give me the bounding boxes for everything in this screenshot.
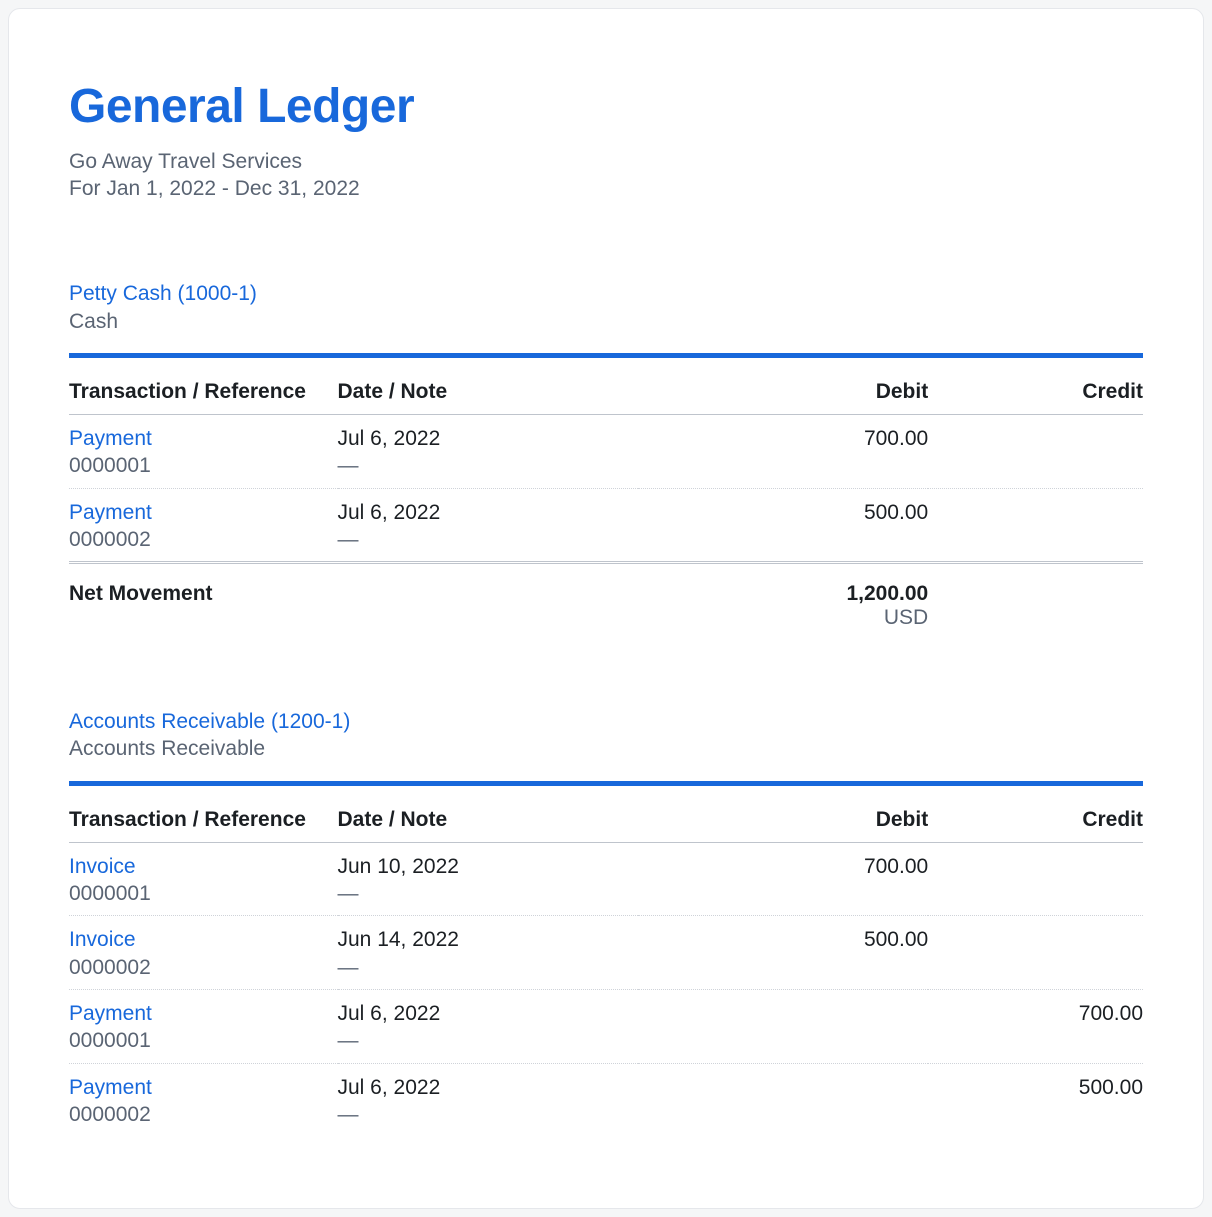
transaction-note: — xyxy=(338,1027,639,1054)
debit-cell: 500.00 xyxy=(638,488,928,561)
ledger-table: Transaction / ReferenceDate / NoteDebitC… xyxy=(69,380,1143,561)
transaction-date: Jul 6, 2022 xyxy=(338,501,441,524)
transaction-reference: 0000002 xyxy=(69,526,338,553)
transaction-note: — xyxy=(338,954,639,981)
column-header-credit: Credit xyxy=(928,380,1143,415)
transaction-reference: 0000002 xyxy=(69,1101,338,1128)
credit-cell xyxy=(928,488,1143,561)
column-header-transaction: Transaction / Reference xyxy=(69,808,338,843)
transaction-note: — xyxy=(338,452,639,479)
column-header-credit: Credit xyxy=(928,808,1143,843)
credit-cell: 700.00 xyxy=(928,989,1143,1063)
account-type: Accounts Receivable xyxy=(69,735,1143,762)
transaction-link[interactable]: Payment xyxy=(69,501,152,524)
debit-cell: 500.00 xyxy=(638,916,928,990)
transaction-date: Jul 6, 2022 xyxy=(338,1076,441,1099)
credit-cell: 500.00 xyxy=(928,1063,1143,1136)
debit-cell xyxy=(638,1063,928,1136)
debit-cell: 700.00 xyxy=(638,842,928,916)
table-row: Payment0000001Jul 6, 2022—700.00 xyxy=(69,414,1143,488)
section-divider xyxy=(69,781,1143,786)
transaction-note: — xyxy=(338,880,639,907)
transaction-link[interactable]: Payment xyxy=(69,1002,152,1025)
account-link[interactable]: Petty Cash (1000-1) xyxy=(69,280,257,307)
ledger-table: Transaction / ReferenceDate / NoteDebitC… xyxy=(69,808,1143,1136)
net-movement-currency: USD xyxy=(638,606,928,630)
transaction-date: Jun 14, 2022 xyxy=(338,928,459,951)
debit-cell xyxy=(638,989,928,1063)
table-row: Payment0000001Jul 6, 2022— 700.00 xyxy=(69,989,1143,1063)
credit-cell xyxy=(928,842,1143,916)
debit-cell: 700.00 xyxy=(638,414,928,488)
account-link[interactable]: Accounts Receivable (1200-1) xyxy=(69,708,350,735)
transaction-reference: 0000001 xyxy=(69,452,338,479)
transaction-date: Jul 6, 2022 xyxy=(338,1002,441,1025)
transaction-link[interactable]: Payment xyxy=(69,1076,152,1099)
transaction-link[interactable]: Invoice xyxy=(69,928,136,951)
column-header-debit: Debit xyxy=(638,380,928,415)
net-movement-label: Net Movement xyxy=(69,582,638,630)
credit-cell xyxy=(928,916,1143,990)
column-header-date: Date / Note xyxy=(338,808,639,843)
company-name: Go Away Travel Services xyxy=(69,148,1143,175)
account-section: Accounts Receivable (1200-1)Accounts Rec… xyxy=(69,708,1143,1136)
account-section: Petty Cash (1000-1)Cash Transaction / Ref… xyxy=(69,280,1143,630)
net-movement-row: Net Movement 1,200.00USD xyxy=(69,561,1143,630)
transaction-link[interactable]: Invoice xyxy=(69,855,136,878)
report-page: General Ledger Go Away Travel Services F… xyxy=(8,8,1204,1209)
net-movement-amount: 1,200.00 xyxy=(846,582,928,605)
credit-cell xyxy=(928,414,1143,488)
column-header-transaction: Transaction / Reference xyxy=(69,380,338,415)
column-header-date: Date / Note xyxy=(338,380,639,415)
transaction-link[interactable]: Payment xyxy=(69,427,152,450)
transaction-reference: 0000001 xyxy=(69,880,338,907)
table-row: Invoice 0000002Jun 14, 2022 —500.00 xyxy=(69,916,1143,990)
transaction-reference: 0000001 xyxy=(69,1027,338,1054)
transaction-date: Jun 10, 2022 xyxy=(338,855,459,878)
table-row: Payment0000002Jul 6, 2022— 500.00 xyxy=(69,1063,1143,1136)
column-header-debit: Debit xyxy=(638,808,928,843)
transaction-reference: 0000002 xyxy=(69,954,338,981)
transaction-note: — xyxy=(338,1101,639,1128)
transaction-date: Jul 6, 2022 xyxy=(338,427,441,450)
account-type: Cash xyxy=(69,308,1143,335)
date-range: For Jan 1, 2022 - Dec 31, 2022 xyxy=(69,175,1143,202)
transaction-note: — xyxy=(338,526,639,553)
table-row: Payment0000002Jul 6, 2022—500.00 xyxy=(69,488,1143,561)
table-row: Invoice0000001Jun 10, 2022—700.00 xyxy=(69,842,1143,916)
section-divider xyxy=(69,353,1143,358)
report-title: General Ledger xyxy=(69,81,1143,134)
